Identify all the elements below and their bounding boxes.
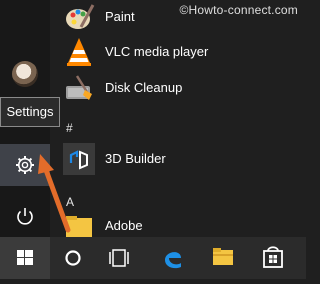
cortana-button[interactable] <box>50 237 96 279</box>
app-label: 3D Builder <box>105 151 166 166</box>
annotation-arrow <box>38 154 71 233</box>
settings-tooltip: Settings <box>0 97 60 127</box>
edge-icon <box>165 252 181 269</box>
store-icon <box>263 246 283 268</box>
windows-icon <box>17 250 33 265</box>
task-view-icon <box>109 249 129 267</box>
app-item-disk-cleanup[interactable]: Disk Cleanup <box>63 72 293 106</box>
task-view-button[interactable] <box>96 237 142 279</box>
disk-cleanup-icon <box>63 72 95 104</box>
edge-button[interactable] <box>150 237 196 279</box>
app-label: VLC media player <box>105 44 209 59</box>
user-avatar[interactable] <box>12 61 38 87</box>
app-label: Adobe <box>105 218 143 233</box>
vlc-icon <box>63 36 95 68</box>
file-explorer-button[interactable] <box>200 237 246 279</box>
gear-icon <box>16 156 34 174</box>
app-item-paint[interactable]: Paint <box>63 1 293 35</box>
app-label: Disk Cleanup <box>105 80 183 95</box>
section-letter-hash[interactable]: # <box>66 121 73 135</box>
start-button[interactable] <box>0 237 50 279</box>
app-item-vlc[interactable]: VLC media player <box>63 36 293 70</box>
store-button[interactable] <box>250 237 296 279</box>
app-item-adobe[interactable]: Adobe <box>63 214 293 238</box>
cortana-circle-icon <box>65 250 81 266</box>
app-label: Paint <box>105 9 135 24</box>
app-item-3d-builder[interactable]: 3D Builder <box>63 143 293 177</box>
paint-icon <box>63 1 95 33</box>
file-explorer-icon <box>213 248 233 265</box>
